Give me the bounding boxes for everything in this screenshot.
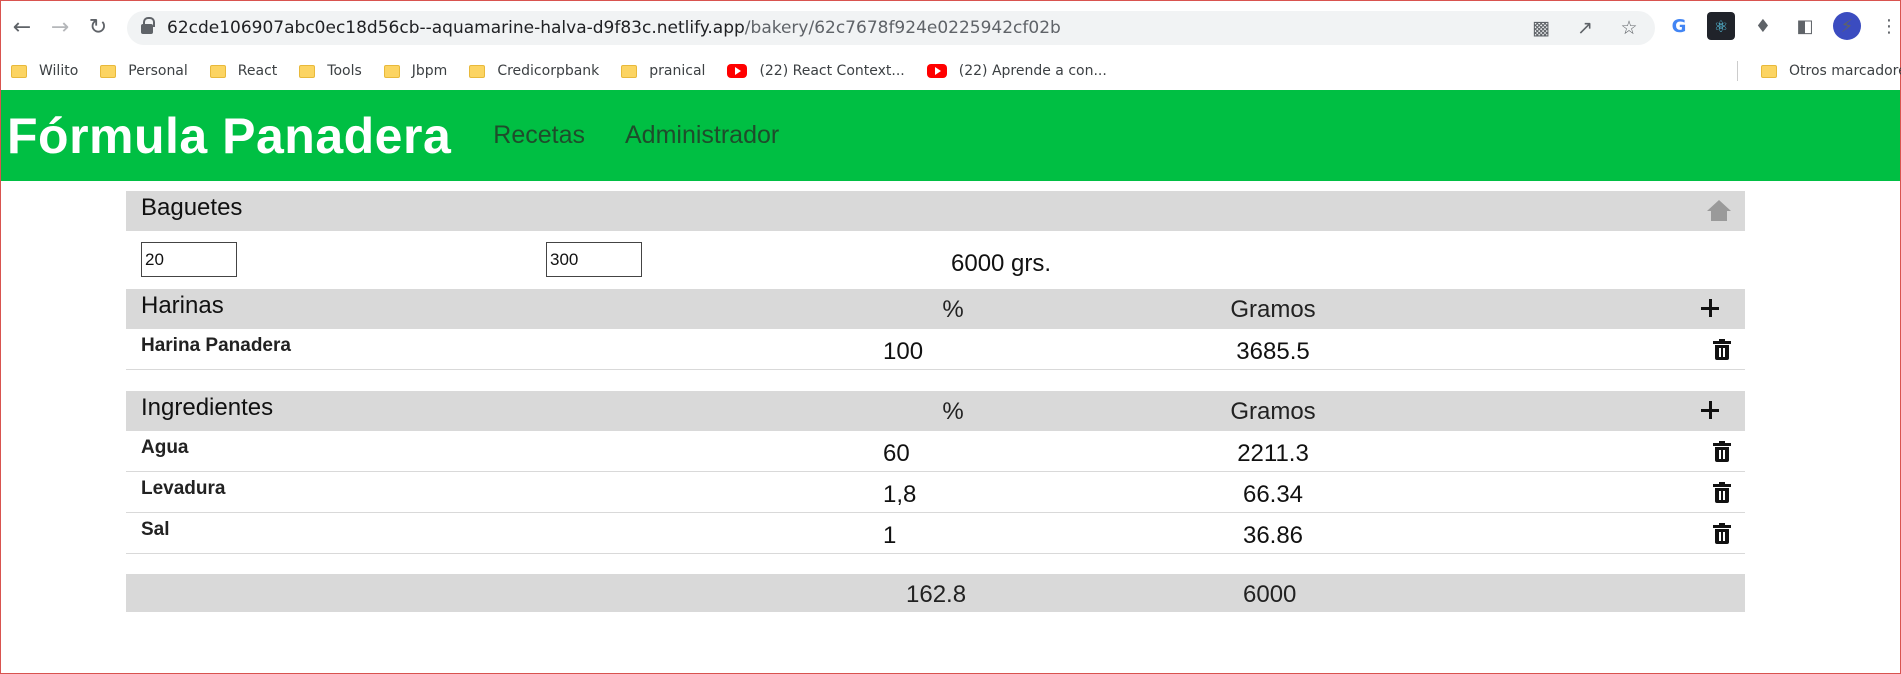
flours-list: Harina Panadera 100 3685.5 [126, 329, 1745, 370]
youtube-icon [926, 64, 947, 78]
folder-icon [209, 64, 226, 78]
add-ingredient-icon[interactable] [1701, 401, 1719, 419]
bookmark-label: React [237, 63, 278, 79]
folder-icon [11, 64, 27, 78]
reload-icon[interactable]: ↻ [81, 10, 115, 44]
bookmark-label: Otros marcadores [1789, 63, 1901, 79]
delete-trash-icon[interactable] [1713, 523, 1731, 545]
url-path: /bakery/62c7678f924e0225942cf02b [744, 18, 1061, 38]
nav-administrador[interactable]: Administrador [625, 121, 779, 150]
table-row: Sal 1 36.86 [126, 513, 1745, 554]
bookmark-label: Wilito [39, 63, 79, 79]
table-row: Agua 60 2211.3 [126, 431, 1745, 472]
react-devtools-icon[interactable]: ⚛ [1707, 12, 1735, 40]
bookmark-item[interactable]: React [209, 63, 278, 79]
add-flour-icon[interactable] [1701, 299, 1719, 317]
bookmark-other[interactable]: Otros marcadores [1761, 53, 1901, 89]
folder-icon [299, 64, 316, 78]
address-bar[interactable]: 62cde106907abc0ec18d56cb--aquamarine-hal… [127, 11, 1655, 45]
url-host: 62cde106907abc0ec18d56cb--aquamarine-hal… [167, 18, 745, 38]
bookmark-item[interactable]: (22) React Context... [727, 63, 905, 79]
folder-icon [383, 64, 400, 78]
delete-trash-icon[interactable] [1713, 339, 1731, 361]
profile-avatar[interactable]: ⚡ [1833, 12, 1861, 40]
ingredients-list: Agua 60 2211.3 Levadura 1,8 66.34 Sal 1 … [126, 431, 1745, 554]
flours-header: Harinas % Gramos [126, 289, 1745, 329]
youtube-icon [727, 64, 748, 78]
back-icon[interactable]: ← [5, 10, 39, 44]
recipe-title: Baguetes [141, 194, 243, 221]
delete-trash-icon[interactable] [1713, 441, 1731, 463]
side-panel-icon[interactable]: ◧ [1791, 12, 1819, 40]
bookmarks-separator [1737, 61, 1738, 81]
bookmark-label: pranical [649, 63, 706, 79]
flour-grams: 3685.5 [1236, 338, 1310, 365]
ingredient-grams: 66.34 [1242, 481, 1304, 508]
folder-icon [621, 64, 638, 78]
ingredient-name: Levadura [141, 478, 226, 499]
table-row: Harina Panadera 100 3685.5 [126, 329, 1745, 370]
total-pct: 162.8 [906, 581, 967, 608]
bookmark-label: (22) React Context... [759, 63, 905, 79]
bookmark-label: Credicorpbank [497, 63, 600, 79]
folder-icon [469, 64, 486, 78]
folder-icon [100, 64, 117, 78]
flour-pct[interactable]: 100 [883, 338, 923, 366]
recipe-inputs: 6000 grs. [126, 231, 1745, 289]
total-grams: 6000 [1243, 581, 1297, 608]
extensions-puzzle-icon[interactable]: ♦ [1749, 12, 1777, 40]
ingredient-pct[interactable]: 1,8 [883, 481, 916, 509]
ingredients-pct-header: % [942, 398, 964, 425]
totals-bar: 162.8 6000 [126, 574, 1745, 612]
home-icon[interactable] [1707, 200, 1731, 222]
ingredients-grams-header: Gramos [1230, 398, 1316, 425]
ingredient-pct[interactable]: 1 [883, 522, 896, 550]
translate-icon[interactable]: ▩ [1529, 16, 1553, 40]
ingredient-name: Agua [141, 437, 189, 458]
folder-icon [1761, 64, 1777, 78]
ingredients-header: Ingredientes % Gramos [126, 391, 1745, 431]
bookmark-item[interactable]: Personal [100, 63, 188, 79]
flours-grams-header: Gramos [1230, 296, 1316, 323]
ingredients-title: Ingredientes [141, 394, 274, 421]
bookmark-label: (22) Aprende a con... [958, 63, 1107, 79]
recipe-card: Baguetes 6000 grs. Harinas % Gramos Hari… [126, 191, 1745, 612]
total-weight: 6000 grs. [951, 250, 1052, 277]
app-header: Fórmula Panadera Recetas Administrador [1, 90, 1900, 181]
url-text[interactable]: 62cde106907abc0ec18d56cb--aquamarine-hal… [167, 18, 1061, 38]
bookmarks-bar: Wilito Personal React Tools Jbpm Credicorpban… [1, 53, 1901, 89]
flours-title: Harinas [141, 292, 224, 319]
ingredient-pct[interactable]: 60 [883, 440, 910, 468]
star-icon[interactable]: ☆ [1617, 16, 1641, 40]
bookmark-label: Tools [327, 63, 362, 79]
nav-recetas[interactable]: Recetas [493, 121, 585, 150]
bookmark-item[interactable]: Credicorpbank [469, 63, 599, 79]
bookmark-item[interactable]: pranical [621, 63, 705, 79]
bookmark-item[interactable]: Jbpm [383, 63, 448, 79]
bookmark-item[interactable]: Tools [299, 63, 362, 79]
ingredient-grams: 2211.3 [1237, 440, 1309, 467]
flours-pct-header: % [942, 296, 964, 323]
delete-trash-icon[interactable] [1713, 482, 1731, 504]
browser-toolbar: ← → ↻ 62cde106907abc0ec18d56cb--aquamari… [1, 1, 1900, 53]
bookmark-label: Jbpm [411, 63, 448, 79]
unit-weight-input[interactable] [546, 242, 642, 277]
google-translate-extension-icon[interactable]: G [1665, 12, 1693, 40]
lock-icon[interactable] [141, 17, 155, 34]
table-row: Levadura 1,8 66.34 [126, 472, 1745, 513]
forward-icon[interactable]: → [43, 10, 77, 44]
ingredient-name: Sal [141, 519, 170, 540]
brand-title[interactable]: Fórmula Panadera [7, 107, 451, 165]
bookmark-item[interactable]: (22) Aprende a con... [926, 63, 1107, 79]
quantity-input[interactable] [141, 242, 237, 277]
ingredient-grams: 36.86 [1242, 522, 1304, 549]
bookmark-item[interactable]: Wilito [11, 63, 78, 79]
flour-name: Harina Panadera [141, 335, 291, 356]
share-icon[interactable]: ↗ [1573, 16, 1597, 40]
bookmark-label: Personal [128, 63, 188, 79]
recipe-title-bar: Baguetes [126, 191, 1745, 231]
kebab-menu-icon[interactable]: ⋮ [1875, 12, 1901, 40]
